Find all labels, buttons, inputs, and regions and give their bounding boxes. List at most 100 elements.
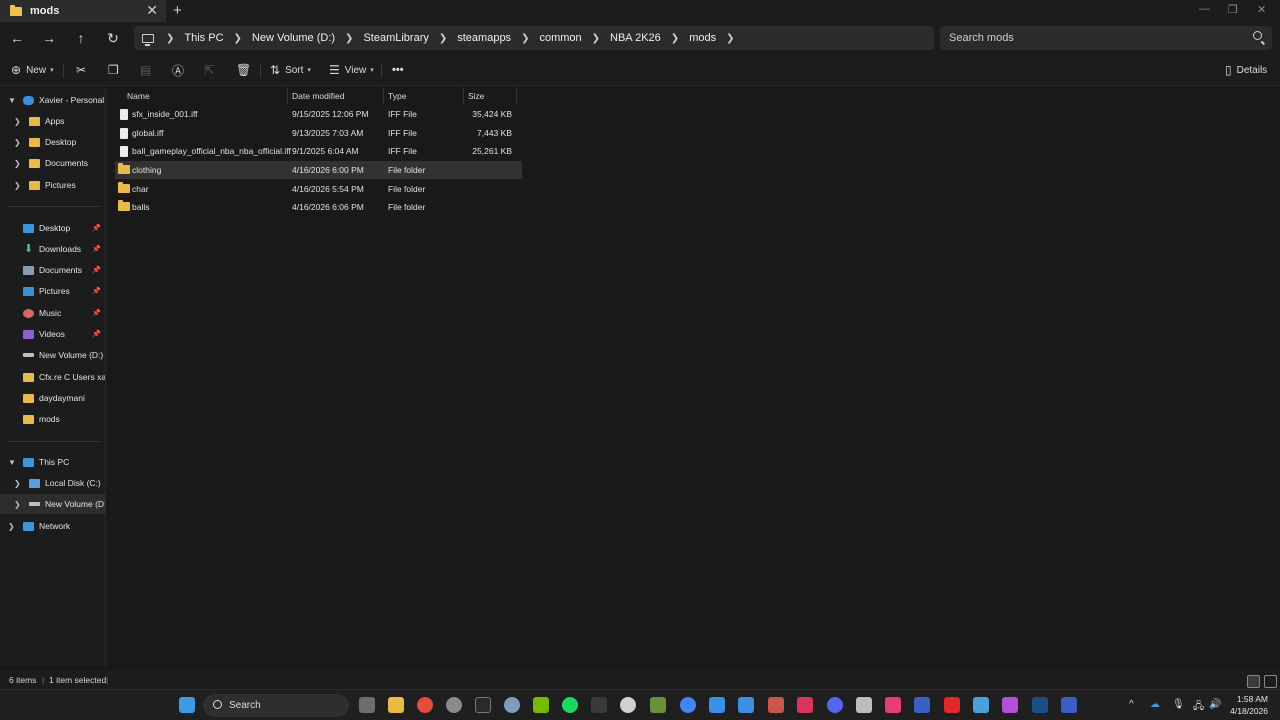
sidebar-item-new-volume-d[interactable]: New Volume (D:) bbox=[0, 345, 105, 365]
cut-button[interactable]: ✂ bbox=[76, 62, 91, 78]
column-header-type[interactable]: Type bbox=[384, 87, 464, 105]
chevron-right-icon[interactable]: ❯ bbox=[14, 159, 21, 168]
column-header-size[interactable]: Size bbox=[464, 87, 517, 105]
app-icon[interactable] bbox=[973, 697, 989, 713]
chrome-icon[interactable] bbox=[680, 697, 696, 713]
taskbar-search[interactable]: Search bbox=[203, 694, 349, 717]
sidebar-item-desktop-cloud[interactable]: ❯ Desktop bbox=[0, 132, 105, 152]
app-icon[interactable] bbox=[885, 697, 901, 713]
file-row[interactable]: sfx_inside_001.iff 9/15/2025 12:06 PM IF… bbox=[115, 105, 522, 123]
tiles-view-icon[interactable] bbox=[1264, 675, 1277, 688]
sidebar-item-new-volume-d-pc[interactable]: ❯ New Volume (D:) bbox=[0, 494, 105, 514]
close-window-icon[interactable]: ✕ bbox=[1257, 3, 1266, 16]
paste-button[interactable]: ▤ bbox=[140, 62, 156, 78]
sidebar-item-mods[interactable]: mods bbox=[0, 409, 105, 429]
sidebar-item-videos[interactable]: Videos 📌 bbox=[0, 324, 105, 344]
chevron-right-icon[interactable]: ❯ bbox=[14, 117, 21, 126]
details-view-icon[interactable] bbox=[1247, 675, 1260, 688]
new-button[interactable]: ⊕ New ▾ bbox=[11, 62, 54, 78]
breadcrumb-mods[interactable]: mods bbox=[689, 32, 716, 44]
sidebar-item-desktop[interactable]: Desktop 📌 bbox=[0, 218, 105, 238]
share-button[interactable]: ⇱ bbox=[204, 62, 219, 78]
file-row[interactable]: global.iff 9/13/2025 7:03 AM IFF File 7,… bbox=[115, 124, 522, 142]
sidebar-item-daydaymani[interactable]: daydaymani bbox=[0, 388, 105, 408]
settings-icon[interactable] bbox=[504, 697, 520, 713]
volume-icon[interactable]: 🔊 bbox=[1209, 699, 1221, 710]
app-icon[interactable] bbox=[446, 697, 462, 713]
chevron-down-icon[interactable]: ▼ bbox=[8, 96, 16, 105]
sidebar-item-network[interactable]: ❯ Network bbox=[0, 516, 105, 536]
app-icon[interactable] bbox=[944, 697, 960, 713]
pin-icon[interactable]: 📌 bbox=[92, 245, 101, 253]
sidebar-item-local-disk-c[interactable]: ❯ Local Disk (C:) bbox=[0, 473, 105, 493]
sidebar-item-music[interactable]: Music 📌 bbox=[0, 303, 105, 323]
details-button[interactable]: ▯ Details bbox=[1225, 62, 1267, 78]
chevron-right-icon[interactable]: ❯ bbox=[14, 181, 21, 190]
sidebar-item-downloads[interactable]: ⬇ Downloads 📌 bbox=[0, 239, 105, 259]
up-icon[interactable]: ↑ bbox=[72, 29, 90, 47]
back-icon[interactable]: ← bbox=[8, 29, 26, 47]
task-view-icon[interactable] bbox=[359, 697, 375, 713]
new-tab-button[interactable]: + bbox=[173, 2, 182, 19]
maximize-icon[interactable]: ❐ bbox=[1228, 3, 1238, 16]
breadcrumb-new-volume[interactable]: New Volume (D:) bbox=[252, 32, 335, 44]
file-row[interactable]: ball_gameplay_official_nba_nba_official.… bbox=[115, 142, 522, 160]
chevron-right-icon[interactable]: ❯ bbox=[14, 138, 21, 147]
onedrive-icon[interactable]: ☁ bbox=[1150, 699, 1160, 710]
chevron-right-icon[interactable]: ❯ bbox=[14, 500, 21, 509]
minimize-icon[interactable]: — bbox=[1199, 3, 1210, 15]
app-icon[interactable] bbox=[738, 697, 754, 713]
refresh-icon[interactable]: ↻ bbox=[104, 29, 122, 47]
app-icon[interactable] bbox=[475, 697, 491, 713]
app-icon[interactable] bbox=[914, 697, 930, 713]
spotify-icon[interactable] bbox=[562, 697, 578, 713]
forward-icon[interactable]: → bbox=[40, 29, 58, 47]
more-options-button[interactable]: ••• bbox=[392, 62, 404, 78]
folder-row[interactable]: balls 4/16/2026 6:06 PM File folder bbox=[115, 198, 522, 216]
breadcrumb-steamlibrary[interactable]: SteamLibrary bbox=[363, 32, 428, 44]
chevron-right-icon[interactable]: ❯ bbox=[8, 522, 15, 531]
epic-games-icon[interactable] bbox=[591, 697, 607, 713]
breadcrumb-steamapps[interactable]: steamapps bbox=[457, 32, 511, 44]
search-input[interactable]: Search mods bbox=[940, 26, 1272, 50]
view-button[interactable]: ☰ View ▾ bbox=[329, 62, 374, 78]
tab-mods[interactable]: mods ✕ bbox=[0, 0, 166, 22]
app-icon[interactable] bbox=[797, 697, 813, 713]
app-icon[interactable] bbox=[620, 697, 636, 713]
copy-button[interactable]: ❐ bbox=[108, 62, 124, 78]
pin-icon[interactable]: 📌 bbox=[92, 224, 101, 232]
file-explorer-icon[interactable] bbox=[388, 697, 404, 713]
sidebar-item-apps[interactable]: ❯ Apps bbox=[0, 111, 105, 131]
pin-icon[interactable]: 📌 bbox=[92, 287, 101, 295]
app-icon[interactable] bbox=[1002, 697, 1018, 713]
sidebar-item-pictures[interactable]: Pictures 📌 bbox=[0, 281, 105, 301]
sidebar-item-documents-cloud[interactable]: ❯ Documents bbox=[0, 153, 105, 173]
folder-row[interactable]: char 4/16/2026 5:54 PM File folder bbox=[115, 180, 522, 198]
steam-icon[interactable] bbox=[1032, 697, 1048, 713]
pin-icon[interactable]: 📌 bbox=[92, 266, 101, 274]
breadcrumb-nba-2k26[interactable]: NBA 2K26 bbox=[610, 32, 661, 44]
column-header-date[interactable]: Date modified bbox=[288, 87, 384, 105]
nvidia-icon[interactable] bbox=[533, 697, 549, 713]
breadcrumb-this-pc[interactable]: This PC bbox=[184, 32, 223, 44]
address-bar[interactable]: ❯ This PC ❯ New Volume (D:) ❯ SteamLibra… bbox=[134, 26, 934, 50]
network-icon[interactable]: 🖧 bbox=[1193, 699, 1204, 716]
minecraft-icon[interactable] bbox=[650, 697, 666, 713]
sidebar-item-pictures-cloud[interactable]: ❯ Pictures bbox=[0, 175, 105, 195]
rename-button[interactable]: Ⓐ bbox=[172, 62, 189, 78]
sidebar-item-home[interactable]: ▼ Xavier - Personal bbox=[0, 90, 105, 110]
sidebar-item-cfx-re[interactable]: Cfx.re C Users xavi bbox=[0, 367, 105, 387]
close-tab-icon[interactable]: ✕ bbox=[146, 2, 158, 19]
sidebar-item-documents[interactable]: Documents 📌 bbox=[0, 260, 105, 280]
clock[interactable]: 1:58 AM 4/18/2026 bbox=[1230, 693, 1268, 717]
breadcrumb-common[interactable]: common bbox=[539, 32, 581, 44]
sort-button[interactable]: ⇅ Sort ▾ bbox=[270, 62, 311, 78]
winrar-icon[interactable] bbox=[768, 697, 784, 713]
chrome-icon[interactable] bbox=[417, 697, 433, 713]
tray-overflow-icon[interactable]: ^ bbox=[1129, 699, 1134, 710]
app-icon[interactable] bbox=[1061, 697, 1077, 713]
folder-row[interactable]: clothing 4/16/2026 6:00 PM File folder bbox=[115, 161, 522, 179]
start-icon[interactable] bbox=[179, 697, 195, 713]
delete-button[interactable]: 🗑 bbox=[236, 62, 256, 78]
pin-icon[interactable]: 📌 bbox=[92, 330, 101, 338]
